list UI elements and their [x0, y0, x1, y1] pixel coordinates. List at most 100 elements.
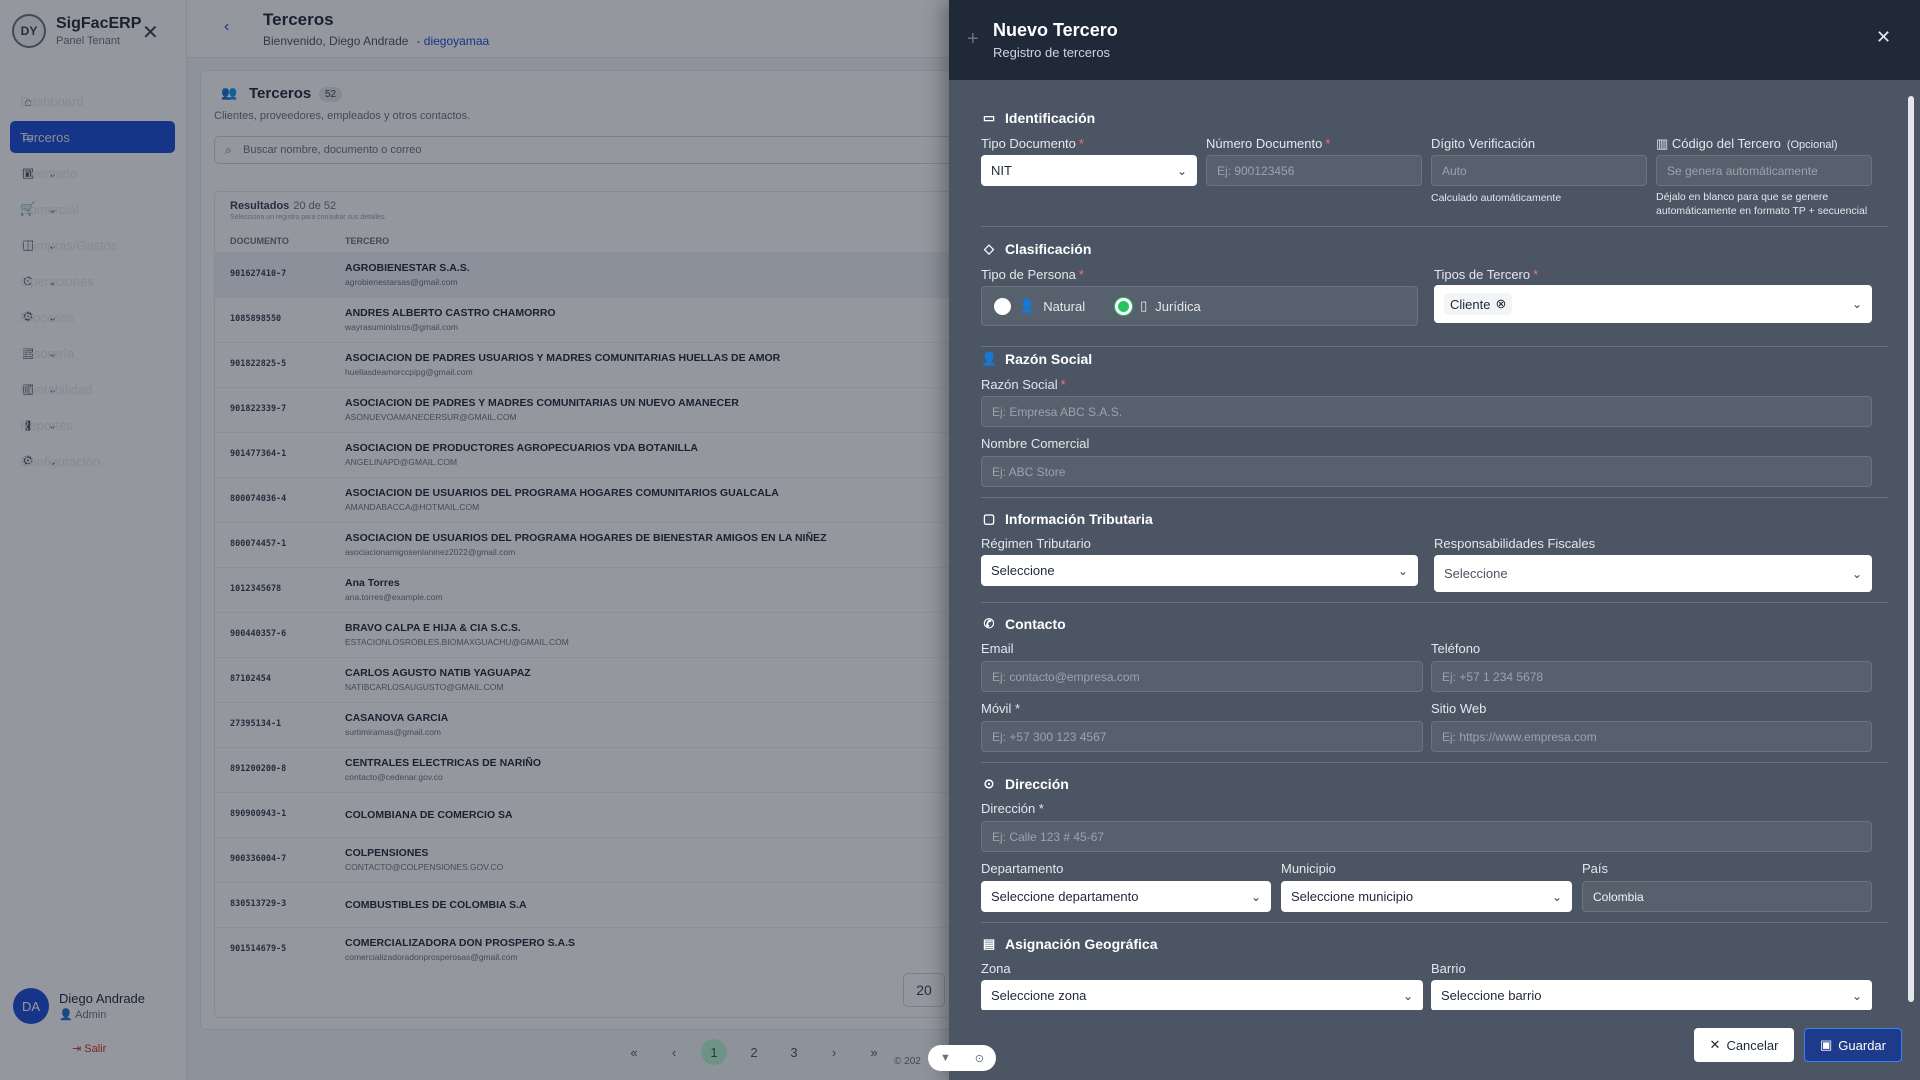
municipio-label: Municipio	[1281, 861, 1336, 876]
tipo-persona-label-text: Tipo de Persona	[981, 267, 1076, 282]
section-title: Asignación Geográfica	[1005, 936, 1158, 952]
zona-value: Seleccione zona	[991, 988, 1087, 1003]
codigo-optional: (Opcional)	[1786, 139, 1838, 151]
save-button[interactable]: ▣ Guardar	[1804, 1028, 1902, 1062]
chevron-down-icon: ⌄	[1250, 889, 1261, 904]
cancel-label: Cancelar	[1726, 1037, 1779, 1053]
nuevo-tercero-drawer: + Nuevo Tercero Registro de terceros ✕ ▭…	[949, 0, 1920, 1080]
section-razon-social: 👤 Razón Social	[981, 351, 1092, 367]
email-label: Email	[981, 641, 1014, 656]
razon-social-label-text: Razón Social	[981, 377, 1058, 392]
drawer-title: Nuevo Tercero	[993, 20, 1118, 40]
chevron-down-icon: ⌄	[1176, 163, 1187, 178]
drawer-header: + Nuevo Tercero Registro de terceros ✕	[949, 0, 1920, 80]
phone-icon: ✆	[983, 616, 995, 631]
codigo-tercero-label-text: Código del Tercero	[1671, 136, 1781, 151]
departamento-value: Seleccione departamento	[991, 889, 1139, 904]
drawer-subtitle: Registro de terceros	[993, 45, 1111, 60]
movil-label: Móvil *	[981, 701, 1021, 716]
direccion-label: Dirección *	[981, 801, 1044, 816]
section-title: Contacto	[1005, 616, 1066, 632]
section-title: Identificación	[1005, 110, 1096, 126]
person-icon: 👤	[981, 351, 998, 366]
sitio-web-field[interactable]: Ej: https://www.empresa.com	[1431, 721, 1872, 752]
section-clasificacion: ◇ Clasificación	[981, 241, 1091, 257]
codigo-tercero-input[interactable]: Se genera automáticamente	[1656, 155, 1872, 186]
divider	[981, 346, 1888, 347]
chevron-down-icon: ⌄	[1851, 566, 1862, 581]
numero-documento-label: Número Documento *	[1206, 136, 1331, 151]
telefono-label: Teléfono	[1431, 641, 1481, 656]
cancel-button[interactable]: ✕ Cancelar	[1694, 1028, 1794, 1062]
regimen-value: Seleccione	[991, 563, 1055, 578]
divider	[981, 226, 1888, 227]
chevron-down-icon: ⌄	[1851, 297, 1862, 311]
barrio-value: Seleccione barrio	[1441, 988, 1542, 1003]
tipos-tercero-label-text: Tipos de Tercero	[1434, 267, 1531, 282]
numero-documento-input[interactable]: Ej: 900123456	[1206, 155, 1422, 186]
nombre-comercial-input[interactable]: Ej: ABC Store	[981, 456, 1872, 487]
tipo-documento-label-text: Tipo Documento	[981, 136, 1076, 151]
codigo-hint: Déjalo en blanco para que se genere auto…	[1656, 191, 1868, 217]
section-title: Información Tributaria	[1005, 511, 1153, 527]
digito-verificacion-label: Dígito Verificación	[1431, 136, 1536, 151]
barrio-select[interactable]: Seleccione barrio ⌄	[1431, 980, 1872, 1010]
remove-chip-icon[interactable]: ⊗	[1495, 296, 1506, 312]
divider	[981, 497, 1888, 498]
chip-label: Cliente	[1450, 296, 1491, 312]
departamento-select[interactable]: Seleccione departamento ⌄	[981, 881, 1271, 912]
filter-icon[interactable]: ▼	[940, 1052, 951, 1064]
section-title: Razón Social	[1005, 351, 1093, 367]
divider	[981, 922, 1888, 923]
responsabilidades-label: Responsabilidades Fiscales	[1434, 536, 1596, 551]
section-asignacion-geografica: ▤ Asignación Geográfica	[981, 936, 1158, 952]
razon-social-input[interactable]: Ej: Empresa ABC S.A.S.	[981, 396, 1872, 427]
movil-field[interactable]: Ej: +57 300 123 4567	[981, 721, 1423, 752]
chip-cliente: Cliente ⊗	[1444, 293, 1513, 315]
floating-toolbar[interactable]: ▼ ⊙	[928, 1045, 996, 1071]
zona-select[interactable]: Seleccione zona ⌄	[981, 980, 1423, 1010]
pais-label: País	[1582, 861, 1609, 876]
settings-icon[interactable]: ⊙	[975, 1052, 984, 1065]
drawer-body: ▭ Identificación Tipo Documento * NIT ⌄ Núm…	[949, 80, 1920, 1010]
section-contacto: ✆ Contacto	[981, 616, 1066, 632]
radio-natural[interactable]	[994, 297, 1011, 315]
close-icon: ✕	[1709, 1037, 1721, 1052]
scrollbar-thumb[interactable]	[1908, 96, 1914, 1002]
tipo-persona-label: Tipo de Persona *	[981, 267, 1084, 282]
digito-verificacion-input[interactable]: Auto	[1431, 155, 1647, 186]
section-title: Clasificación	[1005, 241, 1092, 257]
chevron-down-icon: ⌄	[1851, 988, 1862, 1003]
direccion-input[interactable]: Ej: Calle 123 # 45-67	[981, 821, 1872, 852]
departamento-label: Departamento	[981, 861, 1064, 876]
close-icon[interactable]: ✕	[1876, 27, 1891, 48]
section-title: Dirección	[1005, 776, 1069, 792]
municipio-select[interactable]: Seleccione municipio ⌄	[1281, 881, 1572, 912]
tipo-documento-label: Tipo Documento *	[981, 136, 1084, 151]
zona-label: Zona	[981, 961, 1011, 976]
tipos-tercero-label: Tipos de Tercero *	[1434, 267, 1539, 282]
digito-hint: Calculado automáticamente	[1431, 192, 1562, 204]
telefono-field[interactable]: Ej: +57 1 234 5678	[1431, 661, 1872, 692]
email-field[interactable]: Ej: contacto@empresa.com	[981, 661, 1423, 692]
section-info-tributaria: ▢ Información Tributaria	[981, 511, 1153, 527]
building-icon: ▯	[1140, 298, 1148, 313]
municipio-value: Seleccione municipio	[1291, 889, 1414, 904]
barcode-icon: ▥	[1656, 136, 1669, 151]
sitio-web-label: Sitio Web	[1431, 701, 1487, 716]
nombre-comercial-label: Nombre Comercial	[981, 436, 1090, 451]
person-icon: 👤	[1019, 298, 1036, 313]
tipo-documento-select[interactable]: NIT ⌄	[981, 155, 1197, 186]
pais-input[interactable]: Colombia	[1582, 881, 1872, 912]
tipos-tercero-multiselect[interactable]: Cliente ⊗ ⌄	[1434, 285, 1872, 323]
radio-juridica[interactable]	[1115, 297, 1133, 315]
section-direccion: ⊙ Dirección	[981, 776, 1069, 792]
razon-social-label: Razón Social *	[981, 377, 1066, 392]
chevron-down-icon: ⌄	[1402, 988, 1413, 1003]
juridica-label: Jurídica	[1155, 298, 1201, 314]
divider	[981, 762, 1888, 763]
responsabilidades-select[interactable]: Seleccione ⌄	[1434, 555, 1872, 592]
id-card-icon: ▭	[982, 110, 996, 125]
regimen-select[interactable]: Seleccione ⌄	[981, 555, 1418, 586]
chevron-down-icon: ⌄	[1551, 889, 1562, 904]
